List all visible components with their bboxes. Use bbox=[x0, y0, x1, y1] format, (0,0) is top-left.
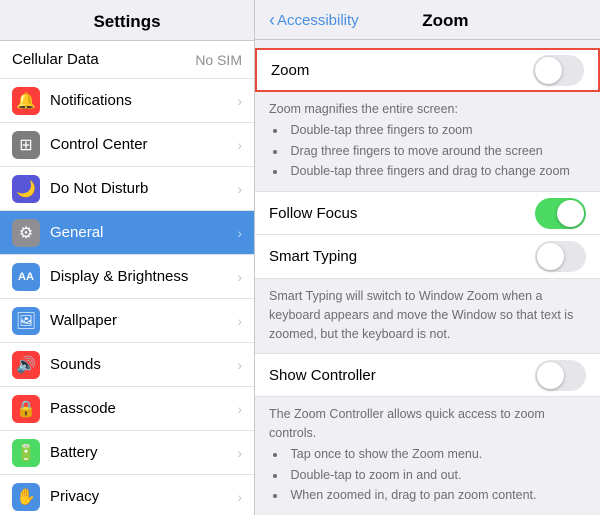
follow-focus-row: Follow Focus bbox=[255, 191, 600, 235]
chevron-right-icon: › bbox=[237, 313, 242, 329]
back-chevron-icon: ‹ bbox=[269, 10, 275, 31]
sidebar-item-passcode[interactable]: 🔒 Passcode › bbox=[0, 387, 254, 431]
show-controller-label: Show Controller bbox=[269, 367, 535, 384]
sidebar-item-general[interactable]: ⚙ General › bbox=[0, 211, 254, 255]
chevron-right-icon: › bbox=[237, 93, 242, 109]
cellular-label: Cellular Data bbox=[12, 51, 195, 68]
follow-focus-label: Follow Focus bbox=[269, 205, 535, 222]
chevron-right-icon: › bbox=[237, 269, 242, 285]
sidebar-title: Settings bbox=[0, 0, 254, 41]
sidebar-item-cellular[interactable]: Cellular Data No SIM bbox=[0, 41, 254, 79]
control-center-icon: ⊞ bbox=[12, 131, 40, 159]
show-controller-toggle[interactable] bbox=[535, 360, 586, 391]
sidebar-item-control-center[interactable]: ⊞ Control Center › bbox=[0, 123, 254, 167]
sidebar-item-label: Sounds bbox=[50, 356, 237, 373]
zoom-label: Zoom bbox=[271, 62, 533, 79]
general-icon: ⚙ bbox=[12, 219, 40, 247]
toggle-knob bbox=[537, 243, 564, 270]
privacy-icon: ✋ bbox=[12, 483, 40, 511]
zoom-desc-list: Double-tap three fingers to zoom Drag th… bbox=[269, 121, 586, 181]
nav-bar: ‹ Accessibility Zoom bbox=[255, 0, 600, 40]
smart-typing-description: Smart Typing will switch to Window Zoom … bbox=[255, 279, 600, 353]
sidebar-item-label: Passcode bbox=[50, 400, 237, 417]
sidebar-item-notifications[interactable]: 🔔 Notifications › bbox=[0, 79, 254, 123]
chevron-right-icon: › bbox=[237, 181, 242, 197]
zoom-toggle[interactable] bbox=[533, 55, 584, 86]
controller-description: The Zoom Controller allows quick access … bbox=[255, 397, 600, 515]
back-label: Accessibility bbox=[277, 12, 359, 29]
sidebar-item-label: Do Not Disturb bbox=[50, 180, 237, 197]
zoom-description: Zoom magnifies the entire screen: Double… bbox=[255, 92, 600, 191]
chevron-right-icon: › bbox=[237, 137, 242, 153]
controller-desc-list: Tap once to show the Zoom menu. Double-t… bbox=[269, 445, 586, 505]
sidebar-item-battery[interactable]: 🔋 Battery › bbox=[0, 431, 254, 475]
battery-icon: 🔋 bbox=[12, 439, 40, 467]
do-not-disturb-icon: 🌙 bbox=[12, 175, 40, 203]
controller-desc-item-3: When zoomed in, drag to pan zoom content… bbox=[273, 486, 586, 505]
toggle-knob bbox=[537, 362, 564, 389]
controller-desc-item-2: Double-tap to zoom in and out. bbox=[273, 466, 586, 485]
chevron-right-icon: › bbox=[237, 445, 242, 461]
smart-typing-row: Smart Typing bbox=[255, 235, 600, 279]
cellular-value: No SIM bbox=[195, 52, 242, 68]
sidebar: Settings Cellular Data No SIM 🔔 Notifica… bbox=[0, 0, 255, 515]
toggle-knob bbox=[557, 200, 584, 227]
zoom-desc-item-1: Double-tap three fingers to zoom bbox=[273, 121, 586, 140]
smart-typing-label: Smart Typing bbox=[269, 248, 535, 265]
passcode-icon: 🔒 bbox=[12, 395, 40, 423]
zoom-desc-item-3: Double-tap three fingers and drag to cha… bbox=[273, 162, 586, 181]
sidebar-item-privacy[interactable]: ✋ Privacy › bbox=[0, 475, 254, 515]
right-panel: ‹ Accessibility Zoom Zoom Zoom magnifies… bbox=[255, 0, 600, 515]
sidebar-item-label: Privacy bbox=[50, 488, 237, 505]
zoom-desc-item-2: Drag three fingers to move around the sc… bbox=[273, 142, 586, 161]
controller-desc-item-1: Tap once to show the Zoom menu. bbox=[273, 445, 586, 464]
show-controller-row: Show Controller bbox=[255, 353, 600, 397]
sidebar-item-label: Battery bbox=[50, 444, 237, 461]
controller-desc-prefix: The Zoom Controller allows quick access … bbox=[269, 405, 586, 443]
zoom-desc-title: Zoom magnifies the entire screen: bbox=[269, 100, 586, 119]
sidebar-item-label: Display & Brightness bbox=[50, 268, 237, 285]
wallpaper-icon: 🖼 bbox=[12, 307, 40, 335]
sidebar-item-sounds[interactable]: 🔊 Sounds › bbox=[0, 343, 254, 387]
sidebar-item-label: Notifications bbox=[50, 92, 237, 109]
notifications-icon: 🔔 bbox=[12, 87, 40, 115]
chevron-right-icon: › bbox=[237, 225, 242, 241]
sounds-icon: 🔊 bbox=[12, 351, 40, 379]
sidebar-item-label: Wallpaper bbox=[50, 312, 237, 329]
toggle-knob bbox=[535, 57, 562, 84]
sidebar-item-wallpaper[interactable]: 🖼 Wallpaper › bbox=[0, 299, 254, 343]
sidebar-item-do-not-disturb[interactable]: 🌙 Do Not Disturb › bbox=[0, 167, 254, 211]
sidebar-item-display-brightness[interactable]: AA Display & Brightness › bbox=[0, 255, 254, 299]
back-button[interactable]: ‹ Accessibility bbox=[269, 10, 359, 31]
chevron-right-icon: › bbox=[237, 401, 242, 417]
chevron-right-icon: › bbox=[237, 489, 242, 505]
sidebar-item-label: Control Center bbox=[50, 136, 237, 153]
sidebar-item-label: General bbox=[50, 224, 237, 241]
display-brightness-icon: AA bbox=[12, 263, 40, 291]
page-title: Zoom bbox=[365, 11, 526, 31]
follow-focus-toggle[interactable] bbox=[535, 198, 586, 229]
zoom-row: Zoom bbox=[255, 48, 600, 92]
chevron-right-icon: › bbox=[237, 357, 242, 373]
smart-typing-toggle[interactable] bbox=[535, 241, 586, 272]
smart-typing-desc-text: Smart Typing will switch to Window Zoom … bbox=[269, 289, 573, 341]
